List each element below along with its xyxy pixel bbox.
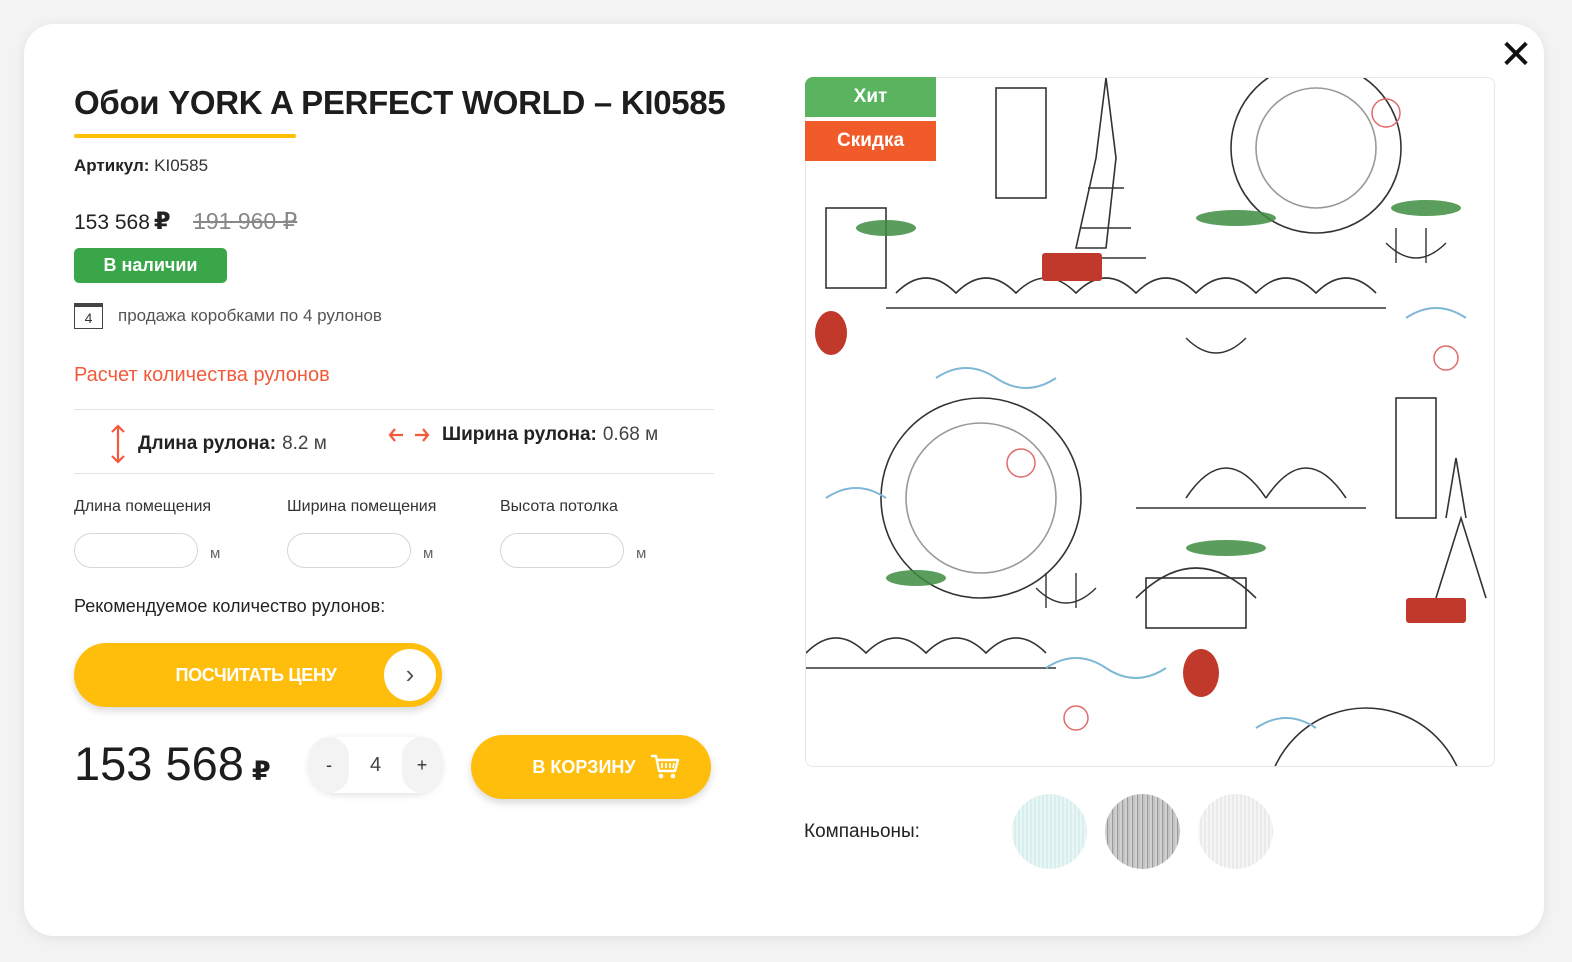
- roll-width-value: 0.68 м: [602, 424, 659, 445]
- room-length-field: Длина помещения м: [74, 498, 220, 568]
- box-icon: 4: [74, 303, 103, 329]
- add-to-cart-label: В КОРЗИНУ: [532, 756, 636, 777]
- sku-label: Артикул:: [74, 156, 150, 175]
- quantity-stepper: - 4 +: [309, 737, 442, 793]
- sku-value: KI0585: [154, 156, 209, 175]
- stock-badge: В наличии: [74, 248, 227, 283]
- companions-label: Компаньоны:: [804, 821, 920, 842]
- box-info: 4 продажа коробками по 4 рулонов: [74, 303, 382, 329]
- recommended-label: Рекомендуемое количество рулонов:: [74, 596, 386, 616]
- roll-width-label: Ширина рулона:: [442, 424, 597, 445]
- qty-minus-button[interactable]: -: [309, 737, 349, 793]
- roll-length: Длина рулона: 8.2 м: [108, 424, 327, 464]
- room-width-input[interactable]: [287, 533, 411, 568]
- ceiling-height-label: Высота потолка: [500, 498, 618, 515]
- room-width-label: Ширина помещения: [287, 498, 437, 515]
- cart-icon: [650, 754, 679, 779]
- ceiling-height-unit: м: [636, 545, 647, 562]
- vertical-arrows-icon: [111, 424, 125, 464]
- ceiling-height-field: Высота потолка м: [500, 498, 646, 568]
- sku: Артикул: KI0585: [74, 156, 208, 176]
- divider: [74, 473, 714, 474]
- qty-value[interactable]: 4: [349, 754, 402, 777]
- total-price: 153 568 ₽: [74, 736, 271, 791]
- hit-badge: Хит: [805, 77, 936, 117]
- currency-icon: ₽: [153, 208, 171, 235]
- box-text: продажа коробками по 4 рулонов: [118, 306, 382, 325]
- roll-length-label: Длина рулона:: [138, 433, 277, 454]
- price-current-value: 153 568: [74, 211, 150, 234]
- qty-plus-button[interactable]: +: [402, 737, 442, 793]
- total-currency: ₽: [251, 756, 271, 786]
- title-underline: [74, 134, 296, 138]
- product-image[interactable]: [805, 77, 1495, 767]
- room-width-field: Ширина помещения м: [287, 498, 436, 568]
- roll-dimensions: Длина рулона: 8.2 м Ширина рулона: 0.68 …: [108, 424, 708, 464]
- roll-length-value: 8.2 м: [282, 433, 327, 454]
- calc-price-button[interactable]: ПОСЧИТАТЬ ЦЕНУ ›: [74, 643, 442, 707]
- roll-width: Ширина рулона: 0.68 м: [388, 424, 658, 446]
- divider: [74, 409, 714, 410]
- room-width-unit: м: [423, 545, 434, 562]
- price-old: 191 960 ₽: [193, 208, 298, 234]
- companion-swatch[interactable]: [1012, 794, 1087, 869]
- total-price-value: 153 568: [74, 737, 244, 790]
- price-row: 153 568 ₽ 191 960 ₽: [74, 207, 297, 236]
- sale-badge: Скидка: [805, 121, 936, 161]
- add-to-cart-button[interactable]: В КОРЗИНУ: [471, 735, 711, 799]
- close-icon[interactable]: ✕: [1496, 35, 1536, 76]
- companion-swatch[interactable]: [1105, 794, 1180, 869]
- price-current: 153 568 ₽: [74, 208, 171, 235]
- room-length-input[interactable]: [74, 533, 198, 568]
- product-title: Обои YORK A PERFECT WORLD – KI0585: [74, 84, 726, 121]
- room-length-label: Длина помещения: [74, 498, 212, 515]
- horizontal-arrows-icon: [388, 428, 430, 442]
- wallpaper-pattern-image: [806, 78, 1494, 766]
- room-length-unit: м: [210, 545, 221, 562]
- companion-swatch[interactable]: [1198, 794, 1273, 869]
- calc-rolls-link[interactable]: Расчет количества рулонов: [74, 364, 330, 387]
- chevron-right-icon: ›: [384, 649, 436, 701]
- ceiling-height-input[interactable]: [500, 533, 624, 568]
